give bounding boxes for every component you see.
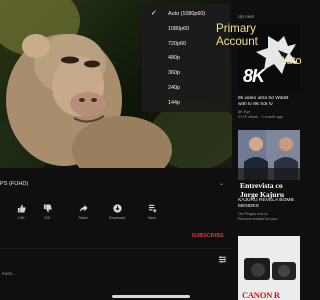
quality-option-auto[interactable]: ✓ Auto (1080p60)	[142, 7, 230, 22]
comments-section[interactable]: ment...	[0, 248, 232, 284]
video-title: PS (FUHD)	[0, 181, 29, 187]
share-label: Share	[78, 216, 88, 220]
home-indicator[interactable]	[112, 295, 190, 298]
recommendation-views: Recommended for you	[238, 216, 278, 221]
video-player[interactable]: ✓ Auto (1080p60) 1080p60 720p60 480p 360…	[0, 0, 232, 168]
save-button[interactable]: Save	[139, 204, 165, 220]
download-label: Download	[109, 216, 125, 220]
share-icon	[79, 204, 88, 213]
video-title-row[interactable]: PS (FUHD) ⌄	[0, 178, 232, 192]
thumbnail-art	[238, 130, 300, 180]
dislike-count: 215	[44, 216, 50, 220]
like-button[interactable]: 1.9K	[8, 204, 34, 220]
quality-option-label: 144p	[168, 99, 180, 106]
checkmark-icon: ✓	[151, 10, 157, 17]
recommendation-views: 217K views · 1 month ago	[238, 114, 283, 119]
quality-option-label: 1080p60	[168, 25, 189, 32]
add-comment-placeholder[interactable]: ment...	[2, 271, 15, 276]
quality-option-144p[interactable]: 144p	[142, 96, 230, 111]
thumbnail-badge-text: 8K	[243, 66, 265, 86]
sort-comments-icon[interactable]	[218, 255, 227, 264]
quality-menu: ✓ Auto (1080p60) 1080p60 720p60 480p 360…	[142, 4, 230, 112]
subscribe-button[interactable]: SUBSCRIBE	[192, 233, 224, 239]
thumbnail-caption: CANON R	[242, 290, 280, 300]
quality-option-label: Auto (1080p60)	[168, 11, 206, 17]
recommendation-title[interactable]: with tv 8K hdr tv	[238, 102, 300, 108]
like-count: 1.9K	[17, 216, 25, 220]
quality-option-480p[interactable]: 480p	[142, 51, 230, 66]
quality-option-label: 480p	[168, 55, 180, 62]
save-label: Save	[147, 216, 157, 220]
recommendation-title[interactable]: MENDES	[238, 204, 300, 210]
thumbnail-caption: Jorge Kajuru	[240, 190, 285, 199]
share-button[interactable]: Share	[70, 204, 96, 220]
primary-account-annotation: Primary Account	[216, 22, 258, 48]
quality-option-240p[interactable]: 240p	[142, 81, 230, 96]
save-icon	[148, 204, 157, 213]
thumbnail-caption: Entrevista co	[240, 181, 283, 190]
quality-option-label: 240p	[168, 84, 180, 91]
channel-row: SUBSCRIBE	[0, 230, 232, 244]
download-icon	[112, 204, 122, 213]
chevron-down-icon[interactable]: ⌄	[219, 180, 224, 187]
download-button[interactable]: Download	[104, 204, 130, 220]
quality-option-label: 720p60	[168, 40, 186, 47]
thumbnail-badge-8k: 8K	[243, 66, 265, 87]
action-bar: 1.9K 215 Share Download Save	[0, 204, 232, 228]
thumbs-down-icon	[43, 204, 52, 213]
quality-option-label: 360p	[168, 70, 180, 77]
dislike-button[interactable]: 215	[34, 204, 60, 220]
recommendation-thumbnail[interactable]	[238, 130, 300, 180]
thumbnail-overlay-auto: Auto	[279, 55, 302, 67]
recommendation-thumbnail[interactable]: CANON R	[238, 236, 300, 300]
quality-option-360p[interactable]: 360p	[142, 66, 230, 81]
up-next-label: Up next	[238, 14, 254, 19]
thumbs-up-icon	[17, 204, 26, 213]
